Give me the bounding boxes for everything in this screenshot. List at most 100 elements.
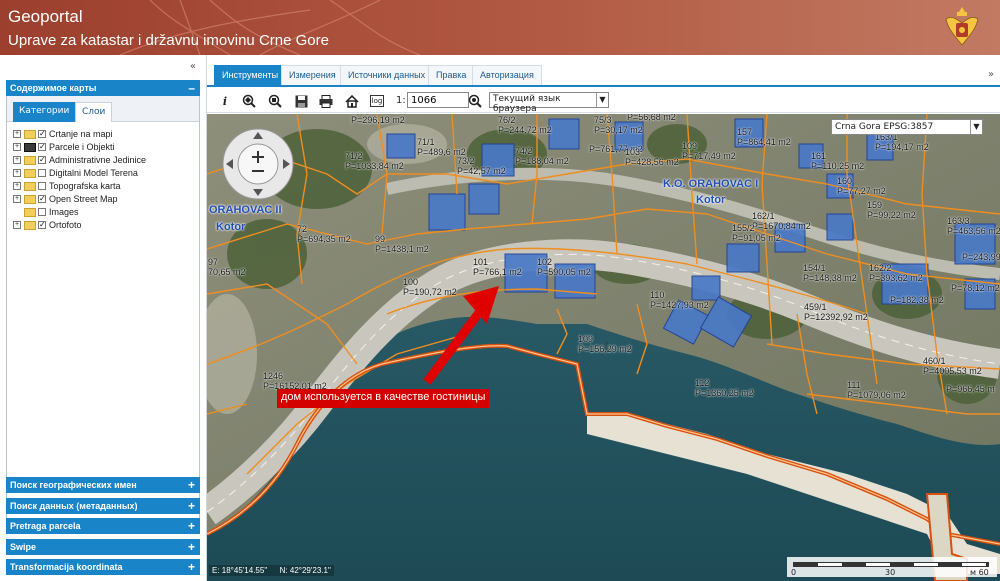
accordion-label: Поиск данных (метаданных): [10, 501, 138, 511]
layer-checkbox[interactable]: [38, 208, 46, 216]
montenegro-coat-of-arms-icon: [945, 7, 979, 46]
tab-data-sources[interactable]: Источники данных: [340, 65, 434, 85]
save-icon[interactable]: [293, 93, 309, 109]
expand-panel-icon[interactable]: +: [188, 560, 195, 574]
parcel-label: P=243,99: [962, 252, 1000, 262]
zoom-region-icon[interactable]: [267, 93, 283, 109]
language-select[interactable]: Текущий язык браузера ▼: [489, 92, 609, 114]
layer-label: Parcele i Objekti: [49, 142, 115, 152]
accordion-geonames-search[interactable]: Поиск географических имен +: [6, 477, 200, 493]
expand-panel-icon[interactable]: +: [188, 519, 195, 533]
tab-measurements[interactable]: Измерения: [281, 65, 344, 85]
layer-checkbox[interactable]: ✓: [38, 195, 46, 203]
scale-tick: 30: [885, 568, 896, 577]
expand-icon[interactable]: +: [13, 195, 21, 203]
parcel-label: 110 P=1427,93 m2: [650, 290, 709, 310]
folder-icon: [24, 220, 36, 230]
layer-row-ortofoto[interactable]: + ✓ Ortofoto: [13, 219, 82, 231]
log-icon[interactable]: log: [370, 95, 384, 107]
layer-checkbox[interactable]: [38, 169, 46, 177]
folder-icon: [24, 181, 36, 191]
map-content-header[interactable]: Содержимое карты –: [6, 80, 200, 96]
layer-label: Images: [49, 207, 79, 217]
map-view[interactable]: P=296,19 m2 76/2 P=244,72 m2 75/3 P=30,17 …: [207, 114, 1000, 581]
layer-label: Digitalni Model Terena: [49, 168, 138, 178]
tab-layers[interactable]: Слои: [75, 102, 113, 122]
tab-authorization[interactable]: Авторизация: [472, 65, 542, 85]
layer-row-osm[interactable]: + ✓ Open Street Map: [13, 193, 118, 205]
parcel-label: 459/1 P=12392,92 m2: [804, 302, 868, 322]
layer-checkbox[interactable]: ✓: [38, 130, 46, 138]
chevron-down-icon[interactable]: ▼: [970, 120, 982, 134]
parcel-label: 100 P=190,72 m2: [403, 277, 457, 297]
layer-row-administrativne[interactable]: + ✓ Administrativne Jedinice: [13, 154, 146, 166]
parcel-label: P=56,68 m2: [627, 114, 676, 122]
layer-label: Crtanje na mapi: [49, 129, 113, 139]
tab-tools[interactable]: Инструменты: [214, 65, 287, 85]
accordion-parcel-search[interactable]: Pretraga parcela +: [6, 518, 200, 534]
tab-edit[interactable]: Правка: [428, 65, 475, 85]
scale-tick: м 60: [970, 568, 989, 577]
pan-zoom-control[interactable]: [221, 127, 295, 201]
expand-panel-icon[interactable]: +: [188, 478, 195, 492]
zoom-extent-icon[interactable]: [241, 93, 257, 109]
info-icon[interactable]: i: [217, 93, 233, 109]
language-value: Текущий язык браузера: [493, 94, 561, 114]
coord-n: N: 42°29'23.1": [279, 566, 331, 575]
parcel-label: P=296,19 m2: [351, 115, 405, 125]
main-area: Инструменты Измерения Источники данных П…: [207, 55, 1000, 581]
header-title: Geoportal: [8, 7, 83, 26]
globe-icon[interactable]: [467, 93, 483, 109]
place-label: Kotor: [216, 221, 246, 233]
collapse-panel-icon[interactable]: –: [188, 81, 195, 95]
parcel-label: P=182,38 m2: [890, 295, 944, 305]
folder-icon: [24, 129, 36, 139]
header-banner: Geoportal Uprave za katastar i državnu i…: [0, 0, 1000, 55]
parcel-label: 111 P=1079,06 m2: [847, 380, 906, 400]
coord-e: E: 18°45'14.55": [212, 566, 268, 575]
layer-row-crtanje[interactable]: + ✓ Crtanje na mapi: [13, 128, 113, 140]
layer-row-parcele[interactable]: + ✓ Parcele i Objekti: [13, 141, 115, 153]
folder-icon: [24, 168, 36, 178]
parcel-label: 163/3 P=463,56 m2: [947, 216, 1000, 236]
expand-icon[interactable]: +: [13, 156, 21, 164]
chevron-down-icon[interactable]: ▼: [596, 93, 608, 107]
parcel-label: 1246 P=16152,01 m2: [263, 371, 327, 391]
layer-checkbox[interactable]: [38, 182, 46, 190]
expand-panel-icon[interactable]: +: [188, 499, 195, 513]
accordion-swipe[interactable]: Swipe +: [6, 539, 200, 555]
layer-checkbox[interactable]: ✓: [38, 143, 46, 151]
parcel-label: 155/2 P=91,05 m2: [732, 223, 781, 243]
layer-checkbox[interactable]: ✓: [38, 221, 46, 229]
home-icon[interactable]: [344, 93, 360, 109]
tab-categories[interactable]: Категории: [13, 102, 76, 122]
cadastral-municipality-label: ORAHOVAC II: [209, 204, 282, 216]
collapse-toolbar-icon[interactable]: »: [988, 69, 994, 80]
accordion-label: Transformacija koordinata: [10, 562, 123, 572]
layer-row-images[interactable]: Images: [13, 206, 79, 218]
crs-select[interactable]: Crna Gora EPSG:3857 ▼: [831, 119, 983, 135]
expand-icon[interactable]: +: [13, 182, 21, 190]
expand-panel-icon[interactable]: +: [188, 540, 195, 554]
scale-bar: 0 30 м 60: [787, 557, 997, 577]
map-content-title: Содержимое карты: [10, 83, 97, 93]
parcel-label: 99 P=1438,1 m2: [375, 234, 429, 254]
expand-icon[interactable]: +: [13, 169, 21, 177]
accordion-coordinate-transform[interactable]: Transformacija koordinata +: [6, 559, 200, 575]
expand-icon[interactable]: +: [13, 221, 21, 229]
parcel-label: 101 P=766,1 m2: [473, 257, 522, 277]
scale-tick: 0: [791, 568, 797, 577]
expand-icon[interactable]: +: [13, 130, 21, 138]
layer-row-dmt[interactable]: + Digitalni Model Terena: [13, 167, 138, 179]
expand-icon[interactable]: +: [13, 143, 21, 151]
accordion-metadata-search[interactable]: Поиск данных (метаданных) +: [6, 498, 200, 514]
layer-row-topografska[interactable]: + Topografska karta: [13, 180, 121, 192]
collapse-sidebar-icon[interactable]: «: [190, 61, 196, 72]
parcel-label: 103 P=428,56 m2: [625, 147, 679, 167]
place-label: Kotor: [696, 194, 726, 206]
scale-input[interactable]: [407, 92, 469, 108]
print-icon[interactable]: [318, 93, 334, 109]
parcel-label: 460/1 P=4005,53 m2: [923, 356, 982, 376]
scale-bar-graphic: [793, 562, 989, 567]
layer-checkbox[interactable]: ✓: [38, 156, 46, 164]
